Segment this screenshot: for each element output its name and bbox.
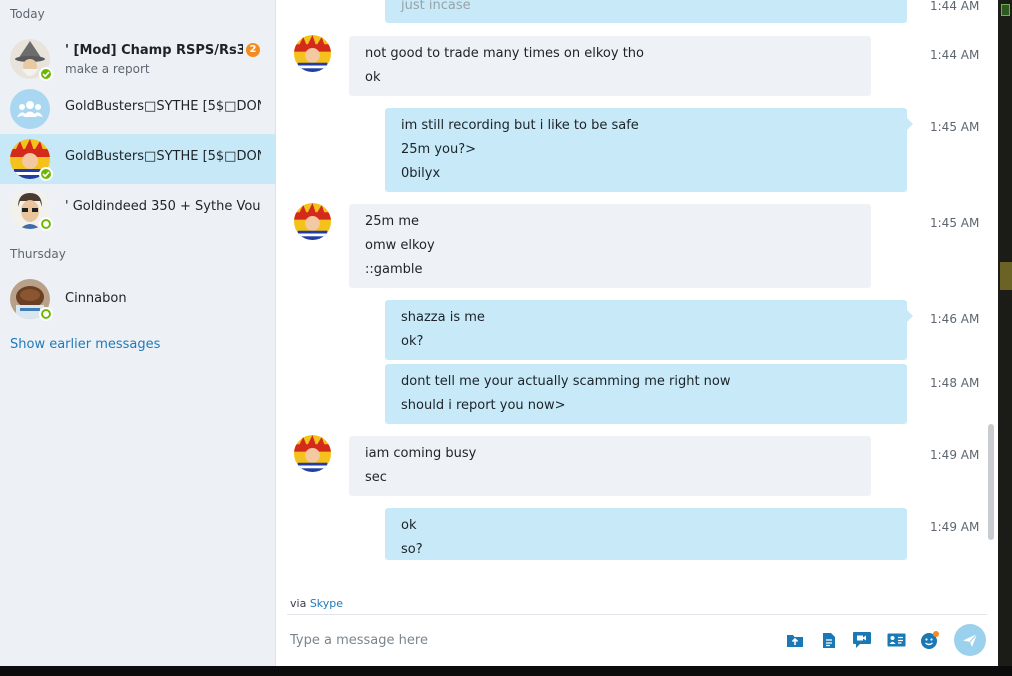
- message-bubble-outgoing: ok so?: [385, 508, 907, 560]
- avatar: [10, 139, 53, 181]
- message-text: ok: [365, 70, 381, 85]
- message-timestamp: 1:48 AM: [930, 376, 980, 390]
- message-bubble-outgoing: shazza is me ok?: [385, 300, 913, 360]
- message-timestamp: 1:45 AM: [930, 120, 980, 134]
- conversation-item-selected[interactable]: GoldBusters□SYTHE [5$□DONO...: [0, 134, 276, 184]
- message-bubble-outgoing: dont tell me your actually scamming me r…: [385, 364, 907, 424]
- conversation-name: ' Goldindeed 350 + Sythe Vouc...: [65, 199, 261, 214]
- chat-pane: just incase 1:44 AM not good to trade ma…: [277, 0, 998, 666]
- message-text: iam coming busy: [365, 446, 477, 461]
- contact-card-icon[interactable]: [885, 630, 907, 650]
- message-bubble-outgoing: just incase: [385, 0, 907, 23]
- conversation-name: Cinnabon: [65, 291, 127, 306]
- sender-avatar: [294, 435, 331, 472]
- conversation-item[interactable]: ' [Mod] Champ RSPS/Rs3/... make a report…: [0, 34, 276, 84]
- send-file-icon[interactable]: [784, 630, 806, 650]
- message-text: 25m you?>: [401, 142, 477, 157]
- message-input[interactable]: [290, 633, 690, 648]
- message-timestamp: 1:44 AM: [930, 0, 980, 13]
- message-text: ::gamble: [365, 262, 423, 277]
- conversation-sidebar: Today ' [Mod] Champ RSPS/Rs3/...: [0, 0, 276, 666]
- message-text: sec: [365, 470, 387, 485]
- conversation-preview: make a report: [65, 62, 150, 76]
- message-bubble-incoming: not good to trade many times on elkoy th…: [349, 36, 871, 96]
- message-text: dont tell me your actually scamming me r…: [401, 374, 731, 389]
- message-text: should i report you now>: [401, 398, 566, 413]
- show-earlier-messages-link[interactable]: Show earlier messages: [10, 337, 160, 352]
- message-text: not good to trade many times on elkoy th…: [365, 46, 644, 61]
- presence-online-icon: [39, 67, 53, 81]
- presence-away-icon: [39, 307, 53, 321]
- message-bubble-incoming: iam coming busy sec: [349, 436, 871, 496]
- message-text: just incase: [401, 0, 471, 13]
- message-timestamp: 1:49 AM: [930, 520, 980, 534]
- conversation-item[interactable]: GoldBusters□SYTHE [5$□DONO...: [0, 84, 276, 134]
- via-skype-label: via Skype: [290, 597, 344, 610]
- desktop-edge: [0, 666, 1012, 676]
- video-message-icon[interactable]: [851, 630, 873, 650]
- message-bubble-outgoing: im still recording but i like to be safe…: [385, 108, 913, 192]
- presence-online-icon: [39, 167, 53, 181]
- message-timestamp: 1:46 AM: [930, 312, 980, 326]
- presence-away-icon: [39, 217, 53, 231]
- sender-avatar: [294, 35, 331, 72]
- chat-scrollbar[interactable]: [988, 424, 994, 540]
- avatar: [10, 279, 53, 321]
- conversation-item[interactable]: Cinnabon: [0, 274, 276, 324]
- skype-link[interactable]: Skype: [310, 597, 343, 610]
- conversation-item[interactable]: ' Goldindeed 350 + Sythe Vouc...: [0, 184, 276, 234]
- avatar: [10, 39, 53, 81]
- emoticon-icon[interactable]: [919, 630, 941, 650]
- send-icon: [963, 633, 978, 647]
- message-text: 0bilyx: [401, 166, 441, 181]
- background-window-edge: [998, 0, 1012, 676]
- message-text: ok: [401, 518, 417, 533]
- message-text: so?: [401, 542, 423, 557]
- message-timestamp: 1:44 AM: [930, 48, 980, 62]
- send-button[interactable]: [954, 624, 986, 656]
- composer-divider: [287, 614, 987, 615]
- message-text: im still recording but i like to be safe: [401, 118, 639, 133]
- group-icon: [17, 101, 43, 117]
- message-text: shazza is me: [401, 310, 485, 325]
- avatar: [10, 189, 53, 231]
- message-timestamp: 1:49 AM: [930, 448, 980, 462]
- skype-window: Today ' [Mod] Champ RSPS/Rs3/...: [0, 0, 998, 666]
- message-timestamp: 1:45 AM: [930, 216, 980, 230]
- unread-badge: 2: [246, 43, 260, 57]
- conversation-name: GoldBusters□SYTHE [5$□DONO...: [65, 149, 261, 164]
- message-text: omw elkoy: [365, 238, 435, 253]
- conversation-name: GoldBusters□SYTHE [5$□DONO...: [65, 99, 261, 114]
- message-text: ok?: [401, 334, 424, 349]
- message-text: 25m me: [365, 214, 419, 229]
- message-bubble-incoming: 25m me omw elkoy ::gamble: [349, 204, 871, 288]
- section-label-today: Today: [10, 7, 45, 21]
- document-icon[interactable]: [818, 630, 840, 650]
- section-label-thursday: Thursday: [10, 247, 66, 261]
- sender-avatar: [294, 203, 331, 240]
- group-avatar: [10, 89, 50, 129]
- conversation-name: ' [Mod] Champ RSPS/Rs3/...: [65, 43, 243, 58]
